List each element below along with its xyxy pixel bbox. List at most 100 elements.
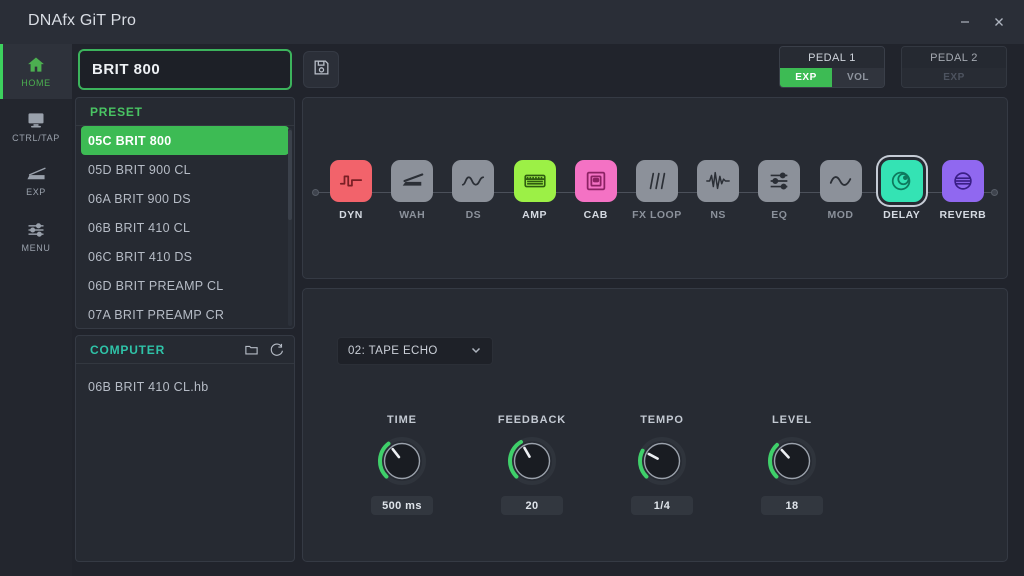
save-floppy-icon: [312, 58, 331, 82]
preset-list-header: PRESET: [76, 98, 294, 126]
fx-slot-amp[interactable]: AMP: [509, 160, 561, 221]
fx-slot-label: WAH: [399, 209, 426, 221]
pedal-1-exp-button[interactable]: EXP: [780, 68, 832, 87]
preset-list-item[interactable]: 06A BRIT 900 DS: [76, 184, 294, 213]
pedal-2-selector: PEDAL 2 EXP: [901, 46, 1007, 88]
fx-slot-label: CAB: [583, 209, 608, 221]
knob-dial[interactable]: [505, 434, 559, 488]
fx-slot-label: EQ: [771, 209, 788, 221]
pedal-assign-group: PEDAL 1 EXP VOL PEDAL 2 EXP: [779, 46, 1007, 88]
distortion-wave-icon[interactable]: [452, 160, 495, 202]
knob-value: 500 ms: [371, 496, 433, 515]
signal-chain: DYN WAH DS AMP CAB FX LOOP NS EQ MOD DELAY REVERB: [303, 160, 1007, 240]
app-title: DNAfx GiT Pro: [28, 12, 137, 29]
preset-list-item[interactable]: 06C BRIT 410 DS: [76, 242, 294, 271]
fx-slot-label: MOD: [827, 209, 854, 221]
fx-slot-dyn[interactable]: DYN: [325, 160, 377, 221]
sliders-icon: [25, 220, 47, 240]
computer-list-panel: COMPUTER 06B BRIT 410 CL.hb: [75, 335, 295, 562]
title-bar: DNAfx GiT Pro: [0, 0, 1024, 44]
preset-list-item[interactable]: 06B BRIT 410 CL: [76, 213, 294, 242]
fx-slot-label: DELAY: [883, 209, 921, 221]
knob-dial[interactable]: [375, 434, 429, 488]
preset-list-item[interactable]: 05C BRIT 800: [81, 126, 289, 155]
preset-scrollbar-thumb[interactable]: [288, 130, 292, 220]
fx-slot-label: DYN: [339, 209, 363, 221]
fx-slot-label: AMP: [522, 209, 547, 221]
knob-level: LEVEL 18: [727, 414, 857, 515]
home-icon: [26, 55, 46, 75]
window-controls: [950, 10, 1014, 34]
pedal-1-selector: PEDAL 1 EXP VOL: [779, 46, 885, 88]
fx-slot-label: REVERB: [939, 209, 987, 221]
sidebar-label-home: HOME: [21, 78, 51, 88]
close-button[interactable]: [984, 10, 1014, 34]
preset-list-item[interactable]: 07A BRIT PREAMP CR: [76, 300, 294, 328]
knob-time: TIME 500 ms: [337, 414, 467, 515]
minimize-button[interactable]: [950, 10, 980, 34]
fx-slot-ds[interactable]: DS: [447, 160, 499, 221]
knob-dial[interactable]: [765, 434, 819, 488]
computer-list-item[interactable]: 06B BRIT 410 CL.hb: [76, 372, 294, 401]
navigation-rail: HOME CTRL/TAP EXP MENU: [0, 44, 72, 576]
effect-editor-panel: 02: TAPE ECHO TIME 500 ms FEEDBACK 20 TEMPO 1…: [302, 288, 1008, 562]
monitor-icon: [26, 110, 46, 130]
chain-output-node: [991, 189, 998, 196]
preset-list-item[interactable]: 05D BRIT 900 CL: [76, 155, 294, 184]
effect-model-dropdown[interactable]: 02: TAPE ECHO: [337, 337, 493, 365]
pedal-2-title: PEDAL 2: [902, 47, 1006, 68]
save-button[interactable]: [303, 51, 339, 88]
preset-name-field[interactable]: [78, 49, 292, 90]
knob-value: 18: [761, 496, 823, 515]
amplifier-icon[interactable]: [513, 160, 556, 202]
knob-tempo: TEMPO 1/4: [597, 414, 727, 515]
folder-icon[interactable]: [244, 342, 259, 360]
pedal-1-vol-button[interactable]: VOL: [832, 68, 884, 87]
fx-loop-icon[interactable]: [635, 160, 678, 202]
knob-label: FEEDBACK: [497, 414, 567, 426]
knob-dial[interactable]: [635, 434, 689, 488]
pedal-1-title: PEDAL 1: [780, 47, 884, 68]
sidebar-label-menu: MENU: [21, 243, 51, 253]
sidebar-item-exp[interactable]: EXP: [0, 154, 72, 209]
knob-label: TIME: [387, 414, 417, 426]
preset-list-body[interactable]: 05C BRIT 800 05D BRIT 900 CL 06A BRIT 900 …: [76, 126, 294, 328]
expression-pedal-icon: [24, 166, 48, 184]
fx-slot-label: FX LOOP: [632, 209, 682, 221]
fx-slot-delay[interactable]: DELAY: [876, 160, 928, 221]
knob-label: LEVEL: [772, 414, 812, 426]
knob-value: 20: [501, 496, 563, 515]
signal-chain-panel: DYN WAH DS AMP CAB FX LOOP NS EQ MOD DELAY REVERB: [302, 97, 1008, 279]
fx-slot-fx-loop[interactable]: FX LOOP: [631, 160, 683, 221]
computer-list-body[interactable]: 06B BRIT 410 CL.hb: [76, 364, 294, 561]
fx-slot-label: NS: [710, 209, 726, 221]
modulation-icon[interactable]: [819, 160, 862, 202]
fx-slot-eq[interactable]: EQ: [753, 160, 805, 221]
fx-slot-reverb[interactable]: REVERB: [937, 160, 989, 221]
sidebar-label-exp: EXP: [26, 187, 46, 197]
parameter-knob-row: TIME 500 ms FEEDBACK 20 TEMPO 1/4 LEVEL 18: [337, 414, 857, 515]
preset-name-input[interactable]: [92, 61, 278, 78]
fx-slot-cab[interactable]: CAB: [570, 160, 622, 221]
noise-gate-icon[interactable]: [697, 160, 740, 202]
fx-slot-label: DS: [465, 209, 482, 221]
sidebar-label-ctrl-tap: CTRL/TAP: [12, 133, 60, 143]
delay-circles-icon[interactable]: [880, 160, 923, 202]
cabinet-icon[interactable]: [574, 160, 617, 202]
preset-list-panel: PRESET 05C BRIT 800 05D BRIT 900 CL 06A BR…: [75, 97, 295, 329]
wah-pedal-icon[interactable]: [391, 160, 434, 202]
reverb-sphere-icon[interactable]: [941, 160, 984, 202]
fx-slot-ns[interactable]: NS: [692, 160, 744, 221]
sidebar-item-home[interactable]: HOME: [0, 44, 72, 99]
equalizer-icon[interactable]: [758, 160, 801, 202]
fx-slot-wah[interactable]: WAH: [386, 160, 438, 221]
chevron-down-icon: [470, 344, 482, 359]
refresh-icon[interactable]: [269, 342, 284, 360]
pedal-2-exp-button[interactable]: EXP: [902, 68, 1006, 87]
fx-slot-mod[interactable]: MOD: [815, 160, 867, 221]
sidebar-item-menu[interactable]: MENU: [0, 209, 72, 264]
sidebar-item-ctrl-tap[interactable]: CTRL/TAP: [0, 99, 72, 154]
preset-list-item[interactable]: 06D BRIT PREAMP CL: [76, 271, 294, 300]
effect-model-label: 02: TAPE ECHO: [348, 345, 438, 357]
compressor-wave-icon[interactable]: [330, 160, 372, 202]
